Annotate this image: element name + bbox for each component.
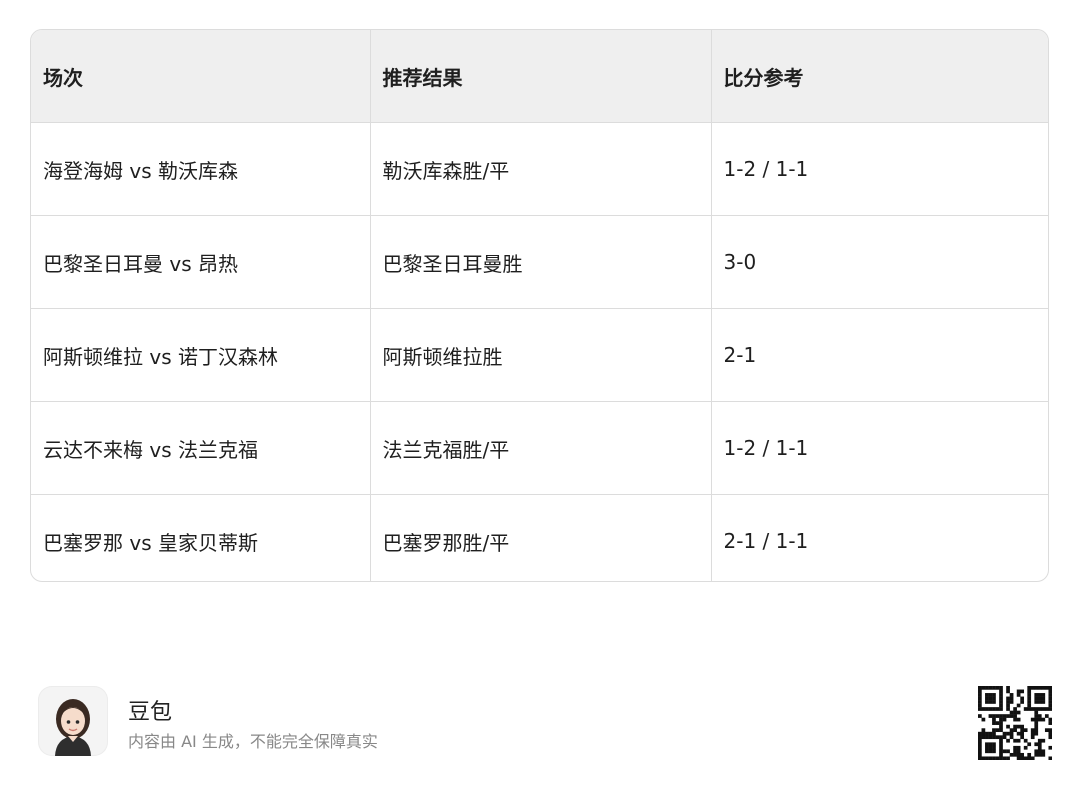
cell-match: 云达不来梅 vs 法兰克福 [31,401,371,495]
cell-match: 巴塞罗那 vs 皇家贝蒂斯 [31,494,371,581]
cell-recommendation: 阿斯顿维拉胜 [370,308,712,402]
cell-score: 2-1 [711,308,1048,402]
cell-recommendation: 巴黎圣日耳曼胜 [370,215,712,309]
cell-match: 阿斯顿维拉 vs 诺丁汉森林 [31,308,371,402]
column-header-recommendation: 推荐结果 [370,30,712,123]
app-name: 豆包 [128,700,173,725]
qr-code-icon [978,686,1053,761]
recommendation-table: 场次 推荐结果 比分参考 海登海姆 vs 勒沃库森 勒沃库森胜/平 1-2 / … [30,29,1049,582]
table-header-row: 场次 推荐结果 比分参考 [31,30,1048,123]
table-row: 云达不来梅 vs 法兰克福 法兰克福胜/平 1-2 / 1-1 [31,401,1048,495]
cell-score: 2-1 / 1-1 [723,529,809,553]
cell-score: 1-2 / 1-1 [711,122,1048,216]
column-header-score: 比分参考 [711,30,1048,123]
table: 场次 推荐结果 比分参考 海登海姆 vs 勒沃库森 勒沃库森胜/平 1-2 / … [31,30,1048,581]
assistant-avatar-icon [38,686,108,756]
table-row: 巴塞罗那 vs 皇家贝蒂斯 巴塞罗那胜/平 2-1 / 1-1 [31,494,1048,581]
cell-match: 巴黎圣日耳曼 vs 昂热 [31,215,371,309]
column-header-match: 场次 [31,30,371,123]
table-row: 阿斯顿维拉 vs 诺丁汉森林 阿斯顿维拉胜 2-1 [31,308,1048,402]
cell-score: 1-2 / 1-1 [711,401,1048,495]
cell-recommendation: 巴塞罗那胜/平 [370,494,712,581]
table-row: 海登海姆 vs 勒沃库森 勒沃库森胜/平 1-2 / 1-1 [31,122,1048,216]
table-row: 巴黎圣日耳曼 vs 昂热 巴黎圣日耳曼胜 3-0 [31,215,1048,309]
ai-disclaimer: 内容由 AI 生成，不能完全保障真实 [128,732,378,751]
cell-score: 3-0 [711,215,1048,309]
cell-recommendation: 法兰克福胜/平 [370,401,712,495]
cell-match: 海登海姆 vs 勒沃库森 [31,122,371,216]
cell-recommendation: 勒沃库森胜/平 [370,122,712,216]
